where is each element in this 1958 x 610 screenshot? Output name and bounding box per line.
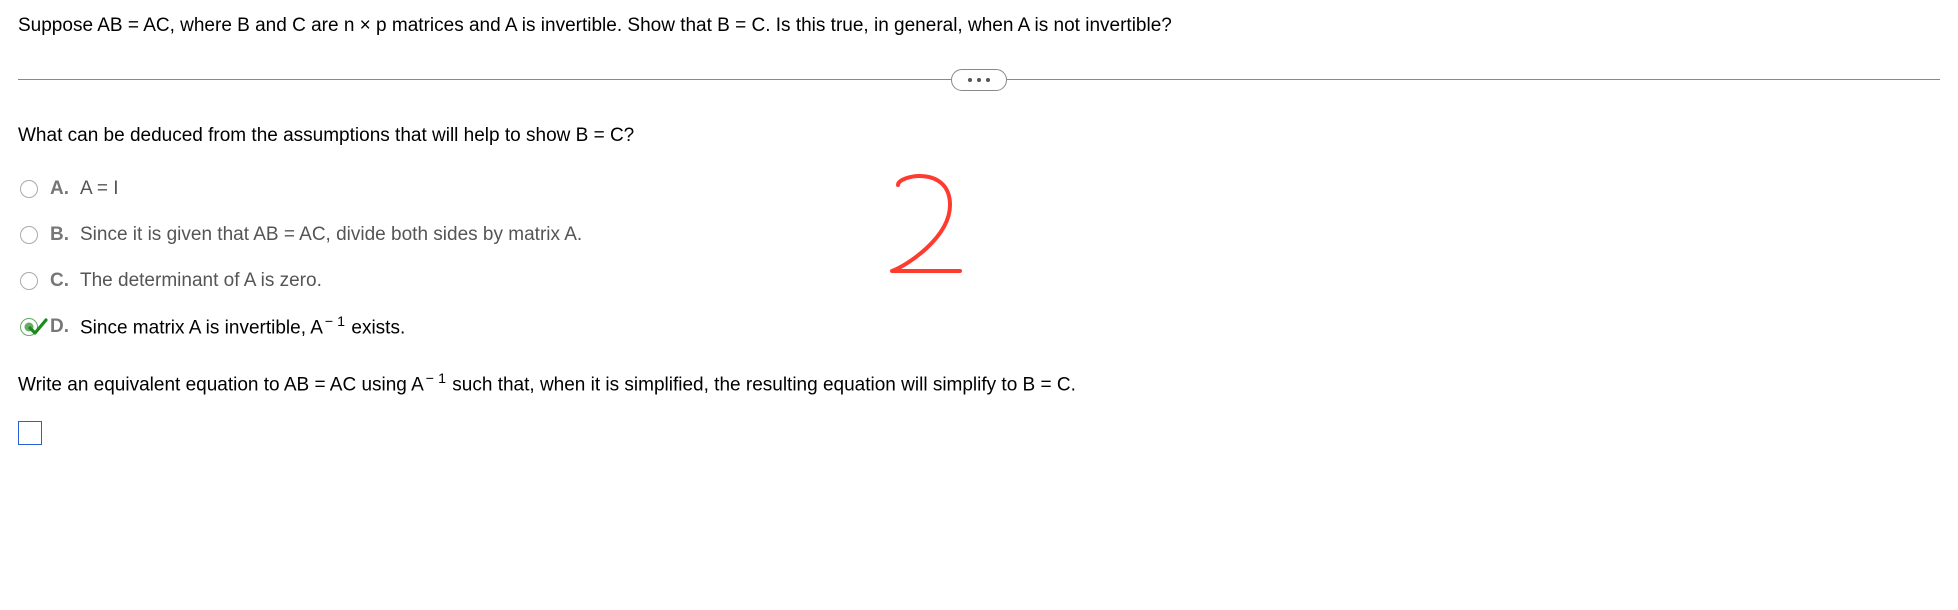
option-d[interactable]: D. Since matrix A is invertible, A− 1 ex… <box>20 313 1940 341</box>
divider-line <box>18 79 951 80</box>
problem-text: Suppose AB = AC, where B and C are n × p… <box>18 15 1172 36</box>
option-text: The determinant of A is zero. <box>80 270 322 292</box>
problem-statement: Suppose AB = AC, where B and C are n × p… <box>18 12 1940 41</box>
option-text: A = I <box>80 178 119 200</box>
followup-pre: Write an equivalent equation to AB = AC … <box>18 374 424 395</box>
dot-icon <box>977 78 981 82</box>
answer-input[interactable] <box>18 421 42 445</box>
radio-icon[interactable] <box>20 180 38 198</box>
option-c[interactable]: C. The determinant of A is zero. <box>20 267 1940 295</box>
option-b[interactable]: B. Since it is given that AB = AC, divid… <box>20 221 1940 249</box>
radio-icon[interactable] <box>20 318 38 336</box>
divider-pill[interactable] <box>951 69 1007 91</box>
radio-icon[interactable] <box>20 272 38 290</box>
radio-icon[interactable] <box>20 226 38 244</box>
dot-icon <box>968 78 972 82</box>
option-group: A. A = I B. Since it is given that AB = … <box>20 175 1940 341</box>
superscript: − 1 <box>426 371 446 387</box>
followup-question: Write an equivalent equation to AB = AC … <box>18 369 1940 400</box>
option-letter: A. <box>50 178 80 200</box>
option-text-pre: Since matrix A is invertible, A <box>80 317 323 338</box>
option-text-post: exists. <box>346 317 405 338</box>
option-letter: D. <box>50 316 80 338</box>
followup-post: such that, when it is simplified, the re… <box>447 374 1076 395</box>
option-text: Since matrix A is invertible, A− 1 exist… <box>80 314 405 339</box>
section-divider <box>18 69 1940 91</box>
question-text: What can be deduced from the assumptions… <box>18 125 1940 147</box>
option-letter: C. <box>50 270 80 292</box>
option-letter: B. <box>50 224 80 246</box>
divider-line <box>1007 79 1940 80</box>
dot-icon <box>986 78 990 82</box>
superscript: − 1 <box>325 314 345 330</box>
option-text: Since it is given that AB = AC, divide b… <box>80 224 582 246</box>
question-label: What can be deduced from the assumptions… <box>18 125 634 146</box>
option-a[interactable]: A. A = I <box>20 175 1940 203</box>
